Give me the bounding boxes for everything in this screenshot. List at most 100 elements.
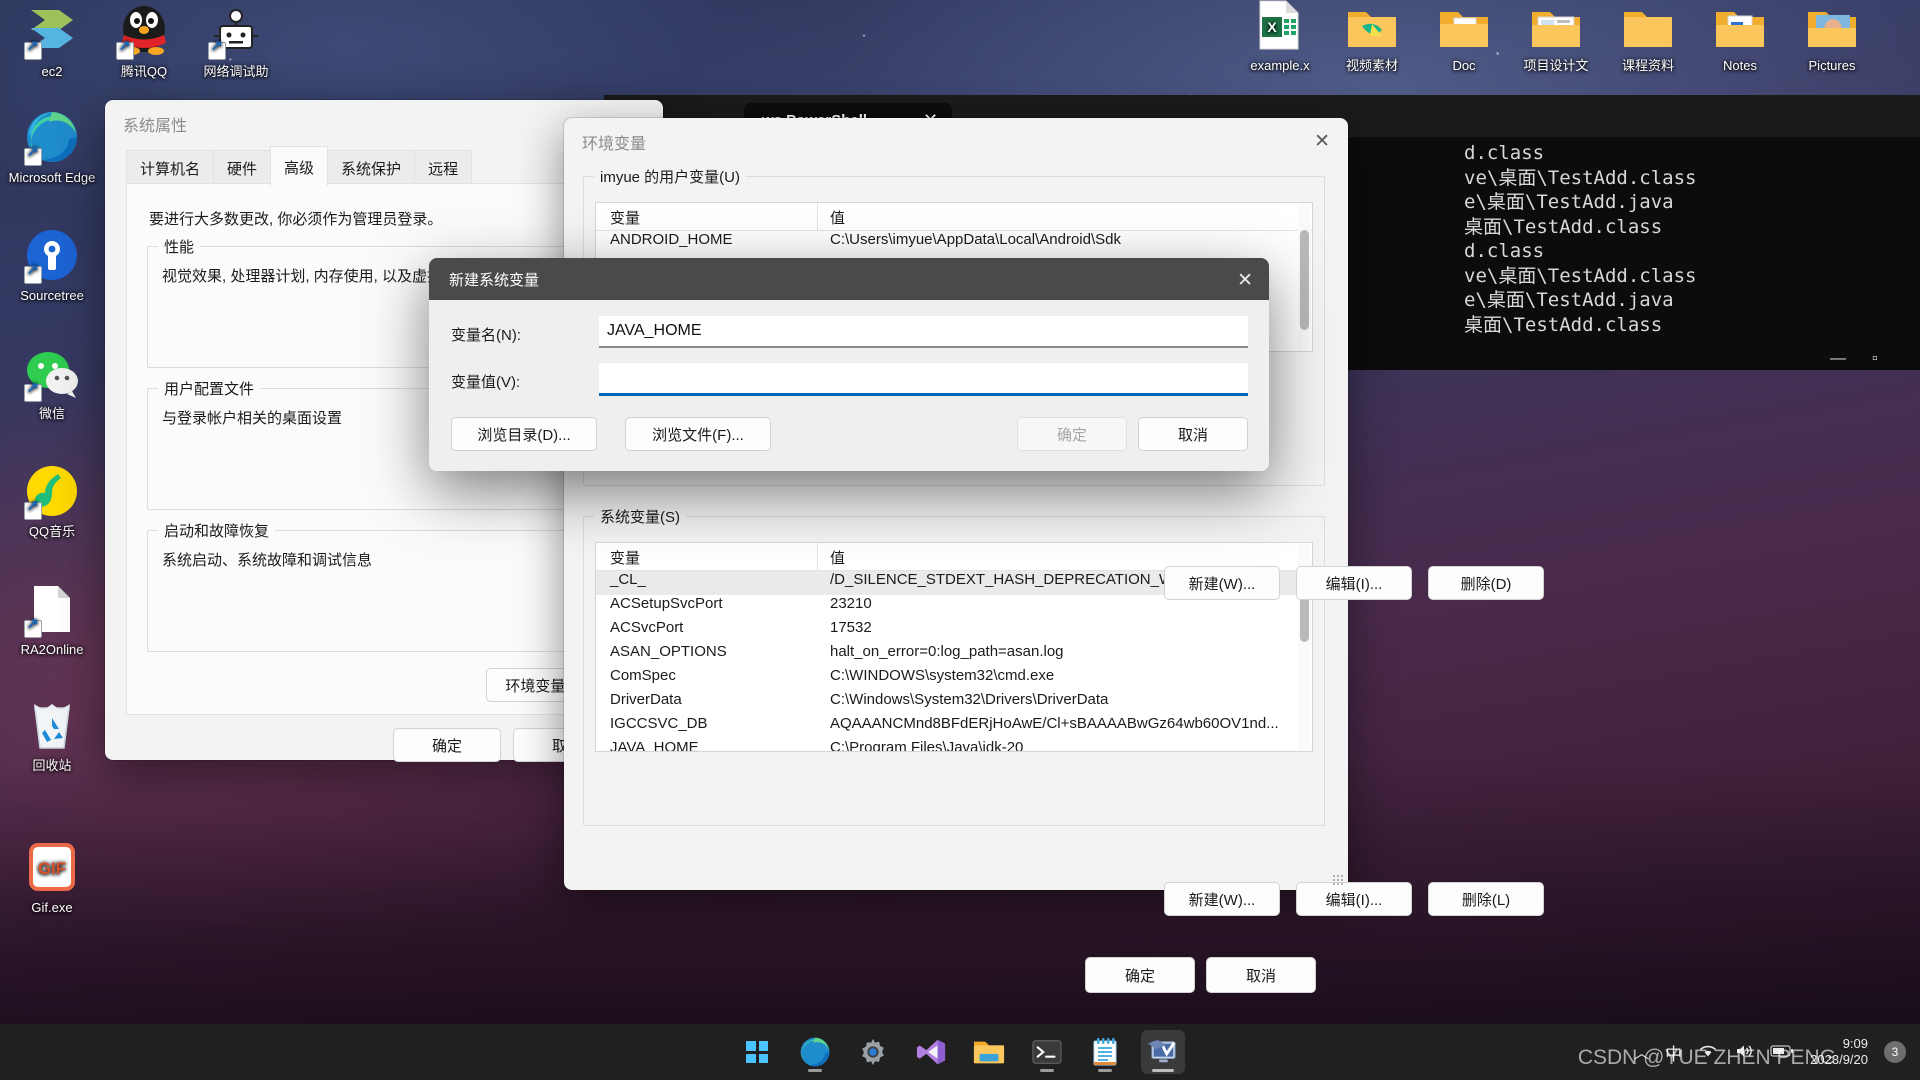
clock[interactable]: 9:09 2023/9/20 xyxy=(1810,1036,1868,1068)
system-properties-ok-button[interactable]: 确定 xyxy=(393,728,501,762)
table-row[interactable]: IGCCSVC_DB AQAAANCMnd8BFdERjHoAwE/Cl+sBA… xyxy=(596,715,1312,739)
notepad-button[interactable] xyxy=(1083,1030,1127,1074)
desktop-icon-recycle-bin[interactable]: 回收站 xyxy=(4,700,100,773)
desktop-icon-microsoft-edge[interactable]: Microsoft Edge xyxy=(4,112,100,185)
admin-note: 要进行大多数更改, 你必须作为管理员登录。 xyxy=(149,211,443,228)
file-explorer-button[interactable] xyxy=(967,1030,1011,1074)
table-row[interactable]: ASAN_OPTIONS halt_on_error=0:log_path=as… xyxy=(596,643,1312,667)
sourcetree-icon xyxy=(4,230,100,284)
startup-recovery-group: 启动和故障恢复 系统启动、系统故障和调试信息 xyxy=(147,520,617,652)
desktop-icon-sourcetree[interactable]: Sourcetree xyxy=(4,230,100,303)
ime-indicator[interactable]: 中 xyxy=(1665,1040,1682,1065)
system-tray: ︿ 中 9:09 2023/9/20 3 xyxy=(1634,1024,1906,1080)
table-row[interactable]: ANDROID_HOME C:\Users\imyue\AppData\Loca… xyxy=(596,231,1312,255)
system-properties-button[interactable] xyxy=(1141,1030,1185,1074)
chevron-up-icon[interactable]: ︿ xyxy=(1634,1042,1649,1063)
user-profiles-description: 与登录帐户相关的桌面设置 xyxy=(162,410,343,427)
new-system-variable-dialog[interactable]: 新建系统变量 ✕ 变量名(N): JAVA_HOME 变量值(V): 浏览目录(… xyxy=(429,258,1269,471)
user-table-scrollbar[interactable] xyxy=(1298,204,1311,350)
tab-system-protection[interactable]: 系统保护 xyxy=(327,150,416,186)
system-new-button[interactable]: 新建(W)... xyxy=(1164,882,1280,916)
volume-icon[interactable] xyxy=(1734,1043,1754,1062)
close-icon[interactable]: ✕ xyxy=(1314,130,1330,153)
folder-icon xyxy=(973,1041,1005,1064)
cell-value: 17532 xyxy=(830,619,872,636)
scrollbar-thumb[interactable] xyxy=(1300,230,1309,330)
powershell-line: e\桌面\TestAdd.java xyxy=(1464,289,1674,311)
notification-badge[interactable]: 3 xyxy=(1884,1041,1906,1063)
network-debug-assistant-icon xyxy=(188,6,284,60)
terminal-button[interactable] xyxy=(1025,1030,1069,1074)
taskbar[interactable]: ︿ 中 9:09 2023/9/20 3 xyxy=(0,1024,1920,1080)
environment-variables-title: 环境变量 xyxy=(582,136,647,153)
system-variables-legend: 系统变量(S) xyxy=(594,506,686,527)
desktop-icon-label: example.x xyxy=(1250,58,1310,73)
cell-value: AQAAANCMnd8BFdERjHoAwE/Cl+sBAAAABwGz64wb… xyxy=(830,715,1279,732)
ec2-shortcut-icon xyxy=(4,6,100,60)
running-indicator xyxy=(1152,1069,1174,1072)
desktop-icon-qq-music[interactable]: QQ音乐 xyxy=(4,466,100,539)
desktop-icon-notes[interactable]: Notes xyxy=(1692,0,1788,73)
tab-advanced[interactable]: 高级 xyxy=(270,146,329,186)
desktop-icon-label: 网络调试助 xyxy=(203,64,269,79)
visual-studio-button[interactable] xyxy=(909,1030,953,1074)
desktop-icon-pictures[interactable]: Pictures xyxy=(1784,0,1880,73)
user-new-button[interactable]: 新建(W)... xyxy=(1164,566,1280,600)
variable-value-input[interactable] xyxy=(599,363,1248,393)
taskbar-app-area xyxy=(735,1030,1185,1074)
new-variable-ok-button[interactable]: 确定 xyxy=(1017,417,1127,451)
desktop-icon-ra2online[interactable]: RA2Online xyxy=(4,584,100,657)
desktop-icon-network-debug[interactable]: 网络调试助 xyxy=(188,6,284,79)
tab-remote[interactable]: 远程 xyxy=(414,150,473,186)
desktop-icon-label: 微信 xyxy=(38,406,65,421)
desktop-icon-course-materials[interactable]: 课程资料 xyxy=(1600,0,1696,73)
desktop-icon-label: ec2 xyxy=(41,64,63,79)
system-properties-tabs: 计算机名 硬件 高级 系统保护 远程 xyxy=(126,146,473,186)
tab-computer-name[interactable]: 计算机名 xyxy=(126,150,215,186)
browse-file-button[interactable]: 浏览文件(F)... xyxy=(625,417,771,451)
minimize-icon[interactable]: — xyxy=(1830,350,1846,368)
desktop-icon-gif-exe[interactable]: GIF Gif.exe xyxy=(4,842,100,915)
table-row[interactable]: JAVA_HOME C:\Program Files\Java\jdk-20 xyxy=(596,739,1312,751)
start-button[interactable] xyxy=(735,1030,779,1074)
user-variables-legend: imyue 的用户变量(U) xyxy=(594,166,747,187)
desktop-icon-ec2[interactable]: ec2 xyxy=(4,6,100,79)
system-delete-button[interactable]: 删除(L) xyxy=(1428,882,1544,916)
notepad-icon xyxy=(1093,1038,1117,1066)
visual-studio-icon xyxy=(916,1039,946,1065)
powershell-line: d.class xyxy=(1464,142,1545,164)
startup-recovery-legend: 启动和故障恢复 xyxy=(158,520,276,541)
environment-variables-ok-button[interactable]: 确定 xyxy=(1085,957,1195,993)
tab-hardware[interactable]: 硬件 xyxy=(213,150,272,186)
close-icon[interactable]: ✕ xyxy=(1237,269,1253,292)
browse-directory-button[interactable]: 浏览目录(D)... xyxy=(451,417,597,451)
environment-variables-cancel-button[interactable]: 取消 xyxy=(1206,957,1316,993)
desktop-icon-tencent-qq[interactable]: 腾讯QQ xyxy=(96,6,192,79)
table-row[interactable]: DriverData C:\Windows\System32\Drivers\D… xyxy=(596,691,1312,715)
resize-grip[interactable] xyxy=(1332,874,1344,886)
desktop-icon-doc[interactable]: Doc xyxy=(1416,0,1512,73)
desktop-icon-label: Pictures xyxy=(1808,58,1856,73)
table-row[interactable]: ACSvcPort 17532 xyxy=(596,619,1312,643)
table-row[interactable]: ComSpec C:\WINDOWS\system32\cmd.exe xyxy=(596,667,1312,691)
wifi-icon[interactable] xyxy=(1698,1043,1718,1062)
new-variable-titlebar: 新建系统变量 xyxy=(429,258,1269,300)
system-edit-button[interactable]: 编辑(I)... xyxy=(1296,882,1412,916)
variable-name-input[interactable]: JAVA_HOME xyxy=(599,316,1248,346)
desktop-icon-excel-file[interactable]: X example.x xyxy=(1232,0,1328,73)
desktop-icon-video-materials[interactable]: 视频素材 xyxy=(1324,0,1420,73)
new-variable-cancel-button[interactable]: 取消 xyxy=(1138,417,1248,451)
maximize-icon[interactable]: ▫ xyxy=(1872,350,1878,368)
user-edit-button[interactable]: 编辑(I)... xyxy=(1296,566,1412,600)
settings-button[interactable] xyxy=(851,1030,895,1074)
column-header-variable: 变量 xyxy=(596,203,818,230)
environment-variables-window[interactable]: 环境变量 ✕ imyue 的用户变量(U) 变量 值 ANDROID_HOME … xyxy=(564,118,1544,993)
cell-variable: _CL_ xyxy=(610,571,646,588)
user-delete-button[interactable]: 删除(D) xyxy=(1428,566,1544,600)
battery-icon[interactable] xyxy=(1770,1044,1794,1061)
powershell-line: e\桌面\TestAdd.java xyxy=(1464,191,1674,213)
edge-button[interactable] xyxy=(793,1030,837,1074)
desktop-icon-project-design[interactable]: 项目设计文 xyxy=(1508,0,1604,73)
desktop-icon-wechat[interactable]: 微信 xyxy=(4,348,100,421)
folder-icon xyxy=(1600,0,1696,52)
